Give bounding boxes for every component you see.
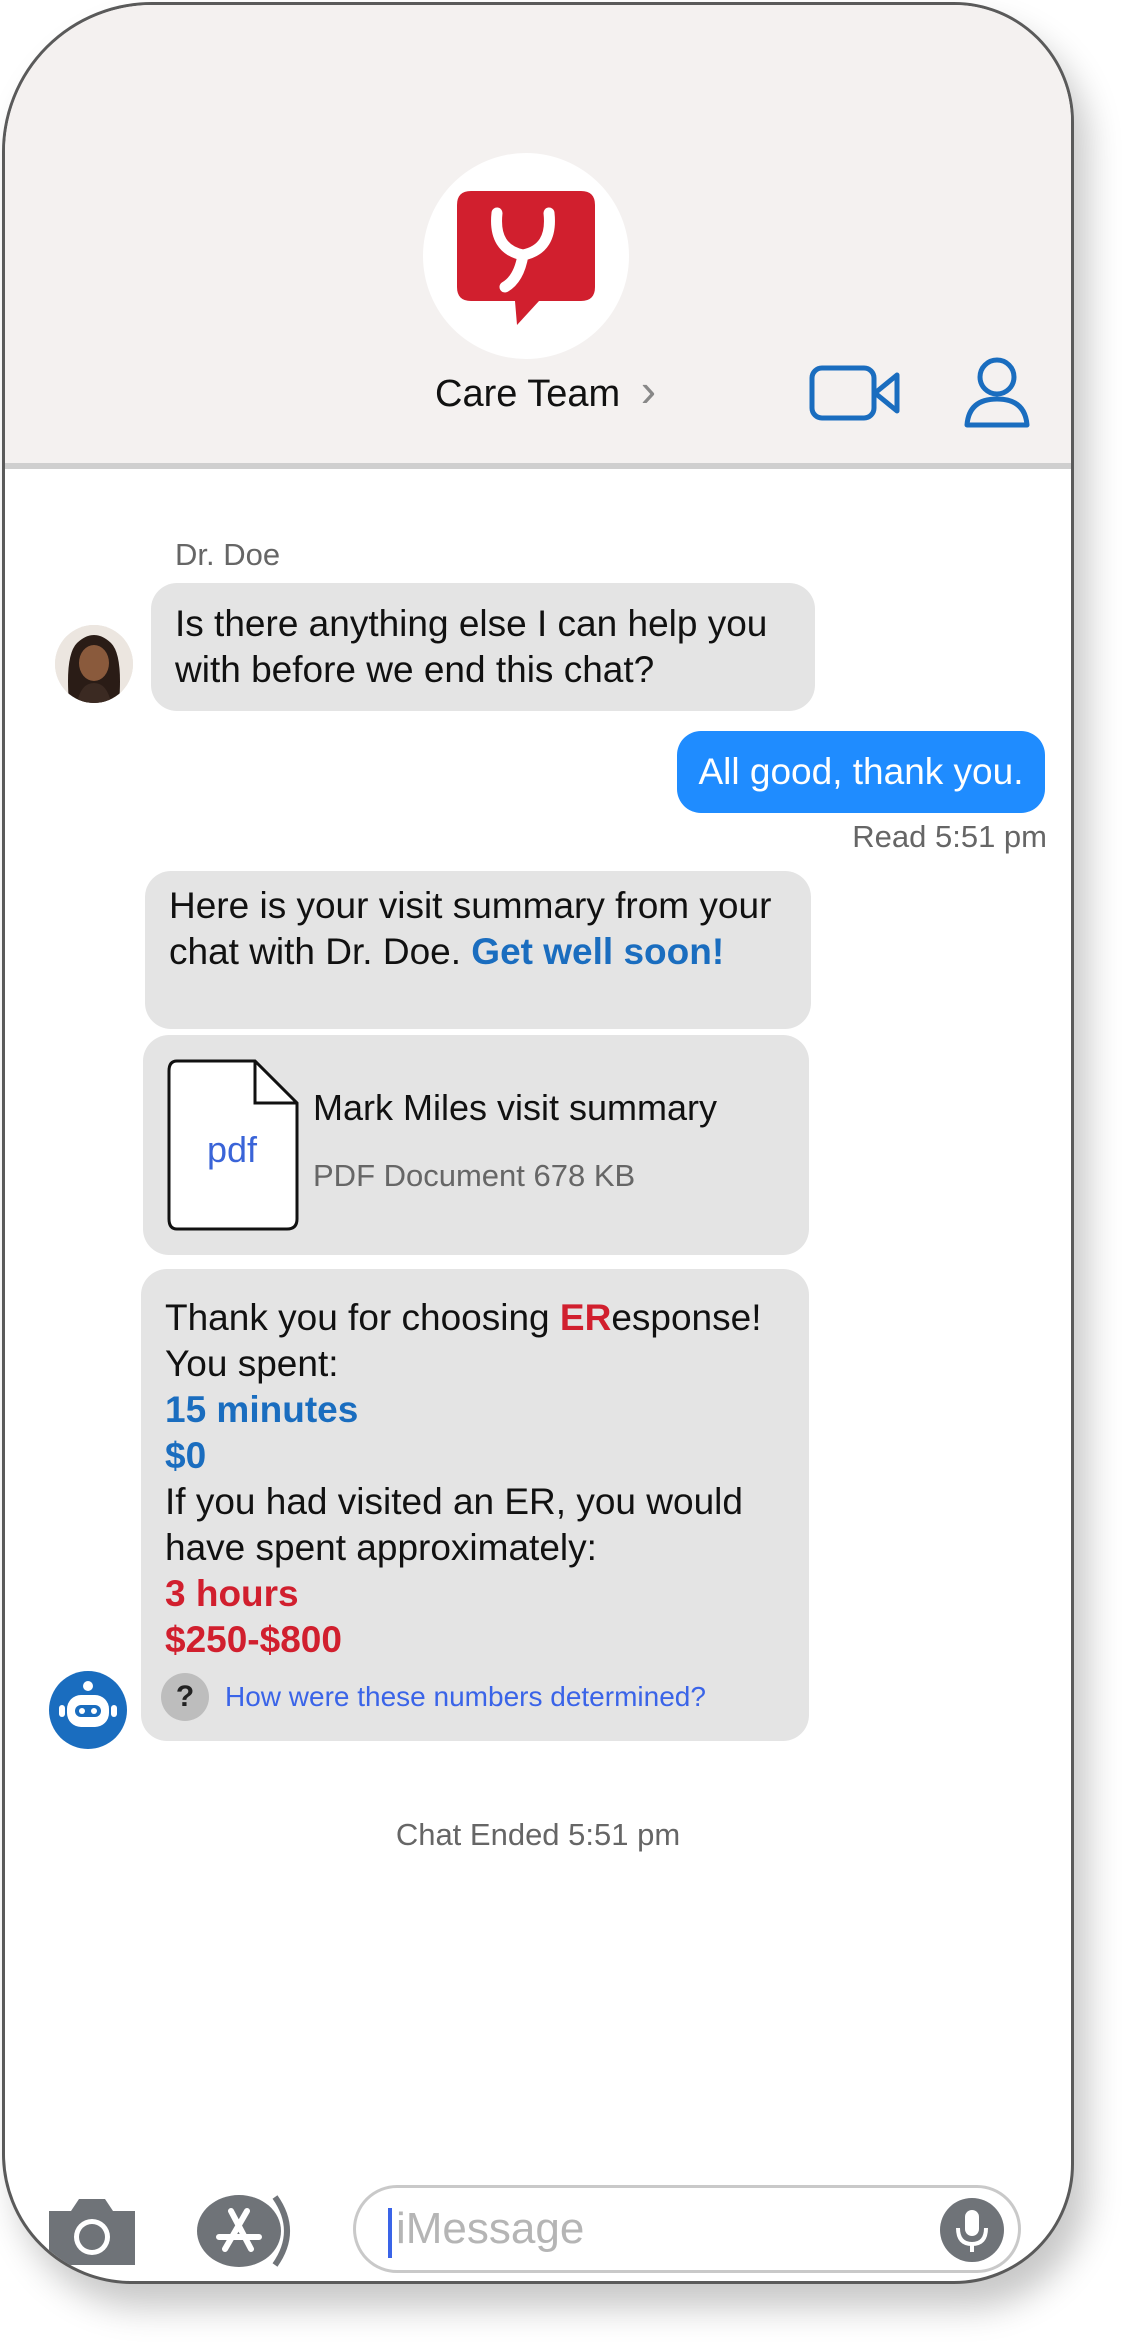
er-time: 3 hours [165,1573,299,1614]
outgoing-message-text: All good, thank you. [698,751,1024,792]
video-camera-icon[interactable] [809,365,901,421]
get-well-soon-text: Get well soon! [471,931,725,972]
camera-icon[interactable] [45,2195,139,2267]
er-compare-text: If you had visited an ER, you would have… [165,1481,743,1568]
stethoscope-logo-icon [457,191,595,325]
sender-name: Dr. Doe [175,537,281,572]
contact-name: Care Team [435,373,621,415]
cost-spent: $0 [165,1435,207,1476]
question-icon: ? [161,1673,209,1721]
er-cost: $250-$800 [165,1619,342,1660]
app-store-icon[interactable] [195,2193,305,2269]
microphone-icon[interactable] [940,2198,1004,2262]
incoming-message-bubble: Is there anything else I can help you wi… [151,583,815,711]
person-icon[interactable] [963,357,1031,429]
chat-header: Care Team › [5,5,1071,469]
help-link-text: How were these numbers determined? [225,1681,706,1712]
message-input[interactable]: iMessage [353,2185,1021,2273]
message-placeholder: iMessage [396,2204,585,2253]
incoming-message-text: Is there anything else I can help you wi… [175,603,768,690]
doctor-avatar[interactable] [55,625,133,703]
contact-name-button[interactable]: Care Team › [435,363,656,417]
bot-message-bubble: Thank you for choosing EResponse! You sp… [141,1269,809,1741]
summary-message-bubble: Here is your visit summary from your cha… [145,871,811,1029]
phone-frame: Care Team › Dr. Doe Is there anything el… [2,2,1074,2284]
chevron-right-icon: › [640,364,657,416]
bot-avatar-icon [49,1671,127,1749]
brand-rest: esponse! [611,1297,762,1338]
care-team-avatar[interactable] [423,153,629,359]
thank-you-line: Thank you for choosing EResponse! [165,1295,785,1341]
time-spent: 15 minutes [165,1389,359,1430]
brand-er: ER [559,1297,612,1338]
thank-prefix: Thank you for choosing [165,1297,560,1338]
pdf-label: pdf [207,1129,258,1170]
read-receipt: Read 5:51 pm [852,819,1047,854]
pdf-attachment-bubble[interactable]: pdf Mark Miles visit summary PDF Documen… [143,1035,809,1255]
spent-label: You spent: [165,1343,339,1384]
chat-ended-status: Chat Ended 5:51 pm [395,1817,681,1852]
outgoing-message-bubble: All good, thank you. [677,731,1045,813]
text-caret [388,2208,392,2258]
attachment-title: Mark Miles visit summary [313,1087,718,1128]
numbers-help-link[interactable]: ? How were these numbers determined? [161,1673,706,1721]
attachment-subtitle: PDF Document 678 KB [313,1158,636,1193]
